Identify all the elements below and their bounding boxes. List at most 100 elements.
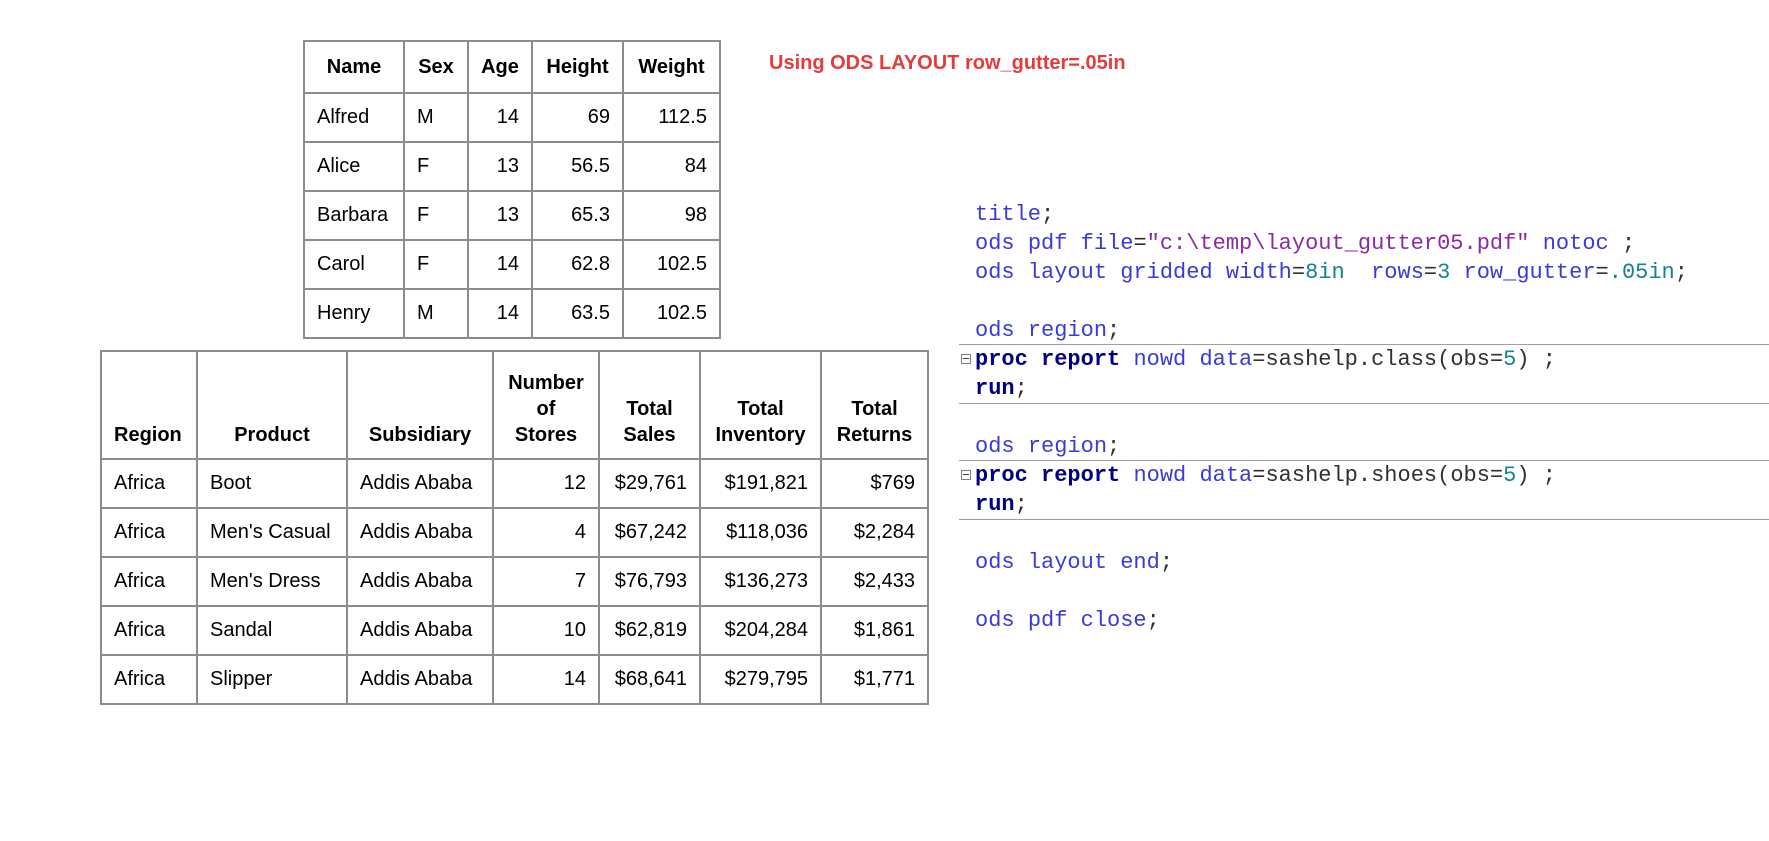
table-cell: Men's Dress: [196, 556, 348, 607]
table-cell: Africa: [100, 654, 198, 705]
table-cell: Slipper: [196, 654, 348, 705]
table-cell: Addis Ababa: [346, 507, 494, 558]
table-cell: $2,433: [820, 556, 929, 607]
class-header-row: Name Sex Age Height Weight: [303, 40, 721, 94]
table-row: Africa Men's Dress Addis Ababa 7 $76,793…: [100, 556, 929, 607]
table-cell: Alfred: [303, 92, 405, 143]
table-cell: Addis Ababa: [346, 556, 494, 607]
class-report-table: Name Sex Age Height Weight Alfred M 14 6…: [303, 40, 721, 339]
table-cell: Africa: [100, 458, 198, 509]
table-cell: $191,821: [699, 458, 822, 509]
table-cell: 102.5: [622, 239, 721, 290]
code-line[interactable]: [975, 519, 1769, 548]
code-line[interactable]: ods region;: [975, 432, 1769, 461]
column-header: Total Inventory: [699, 350, 822, 460]
column-header: Height: [531, 40, 624, 94]
table-cell: 13: [467, 190, 533, 241]
table-cell: 14: [492, 654, 600, 705]
table-cell: $2,284: [820, 507, 929, 558]
table-cell: $769: [820, 458, 929, 509]
column-header: Subsidiary: [346, 350, 494, 460]
table-row: Carol F 14 62.8 102.5: [303, 239, 721, 290]
table-cell: $1,771: [820, 654, 929, 705]
table-cell: 84: [622, 141, 721, 192]
table-cell: 69: [531, 92, 624, 143]
table-cell: Africa: [100, 507, 198, 558]
table-cell: 14: [467, 239, 533, 290]
table-cell: $29,761: [598, 458, 701, 509]
sas-code-editor[interactable]: title; ods pdf file="c:\temp\layout_gutte…: [959, 200, 1769, 635]
code-line[interactable]: run;: [959, 490, 1769, 520]
table-cell: 112.5: [622, 92, 721, 143]
table-row: Africa Boot Addis Ababa 12 $29,761 $191,…: [100, 458, 929, 509]
code-line[interactable]: ods pdf file="c:\temp\layout_gutter05.pd…: [975, 229, 1769, 258]
table-cell: 4: [492, 507, 600, 558]
table-cell: Henry: [303, 288, 405, 339]
table-row: Africa Slipper Addis Ababa 14 $68,641 $2…: [100, 654, 929, 705]
table-cell: $62,819: [598, 605, 701, 656]
table-cell: $136,273: [699, 556, 822, 607]
table-cell: Boot: [196, 458, 348, 509]
table-cell: Addis Ababa: [346, 458, 494, 509]
table-cell: $76,793: [598, 556, 701, 607]
table-row: Alice F 13 56.5 84: [303, 141, 721, 192]
code-line[interactable]: proc report nowd data=sashelp.shoes(obs=…: [959, 460, 1769, 490]
section-divider: [959, 460, 1769, 461]
code-line[interactable]: proc report nowd data=sashelp.class(obs=…: [959, 344, 1769, 374]
table-cell: $279,795: [699, 654, 822, 705]
table-cell: Africa: [100, 605, 198, 656]
table-cell: Carol: [303, 239, 405, 290]
table-cell: 62.8: [531, 239, 624, 290]
table-cell: 13: [467, 141, 533, 192]
table-cell: M: [403, 288, 469, 339]
code-line[interactable]: [975, 577, 1769, 606]
layout-caption: Using ODS LAYOUT row_gutter=.05in: [769, 52, 1126, 74]
column-header: Age: [467, 40, 533, 94]
column-header: Weight: [622, 40, 721, 94]
fold-collapse-icon[interactable]: [961, 354, 971, 364]
code-line[interactable]: ods layout end;: [975, 548, 1769, 577]
table-cell: Alice: [303, 141, 405, 192]
code-line[interactable]: [975, 403, 1769, 432]
column-header: Number of Stores: [492, 350, 600, 460]
table-cell: 65.3: [531, 190, 624, 241]
table-cell: $118,036: [699, 507, 822, 558]
table-cell: F: [403, 239, 469, 290]
code-line[interactable]: ods pdf close;: [975, 606, 1769, 635]
table-cell: Addis Ababa: [346, 605, 494, 656]
table-row: Henry M 14 63.5 102.5: [303, 288, 721, 339]
code-line[interactable]: ods region;: [975, 316, 1769, 345]
column-header: Region: [100, 350, 198, 460]
table-cell: 14: [467, 288, 533, 339]
table-row: Africa Men's Casual Addis Ababa 4 $67,24…: [100, 507, 929, 558]
table-cell: $67,242: [598, 507, 701, 558]
code-line[interactable]: ods layout gridded width=8in rows=3 row_…: [975, 258, 1769, 287]
table-cell: $68,641: [598, 654, 701, 705]
code-line[interactable]: run;: [959, 374, 1769, 404]
column-header: Sex: [403, 40, 469, 94]
section-divider: [959, 344, 1769, 345]
table-row: Barbara F 13 65.3 98: [303, 190, 721, 241]
table-cell: 14: [467, 92, 533, 143]
table-cell: Africa: [100, 556, 198, 607]
column-header: Name: [303, 40, 405, 94]
column-header: Total Sales: [598, 350, 701, 460]
table-cell: M: [403, 92, 469, 143]
table-cell: Barbara: [303, 190, 405, 241]
table-cell: 7: [492, 556, 600, 607]
table-cell: $204,284: [699, 605, 822, 656]
table-cell: 10: [492, 605, 600, 656]
fold-collapse-icon[interactable]: [961, 470, 971, 480]
table-cell: Addis Ababa: [346, 654, 494, 705]
table-cell: Men's Casual: [196, 507, 348, 558]
code-line[interactable]: title;: [975, 200, 1769, 229]
table-row: Africa Sandal Addis Ababa 10 $62,819 $20…: [100, 605, 929, 656]
table-cell: F: [403, 190, 469, 241]
column-header: Product: [196, 350, 348, 460]
table-cell: 12: [492, 458, 600, 509]
shoes-report-table: Region Product Subsidiary Number of Stor…: [100, 350, 929, 705]
column-header: Total Returns: [820, 350, 929, 460]
table-cell: $1,861: [820, 605, 929, 656]
table-cell: 56.5: [531, 141, 624, 192]
code-line[interactable]: [975, 287, 1769, 316]
